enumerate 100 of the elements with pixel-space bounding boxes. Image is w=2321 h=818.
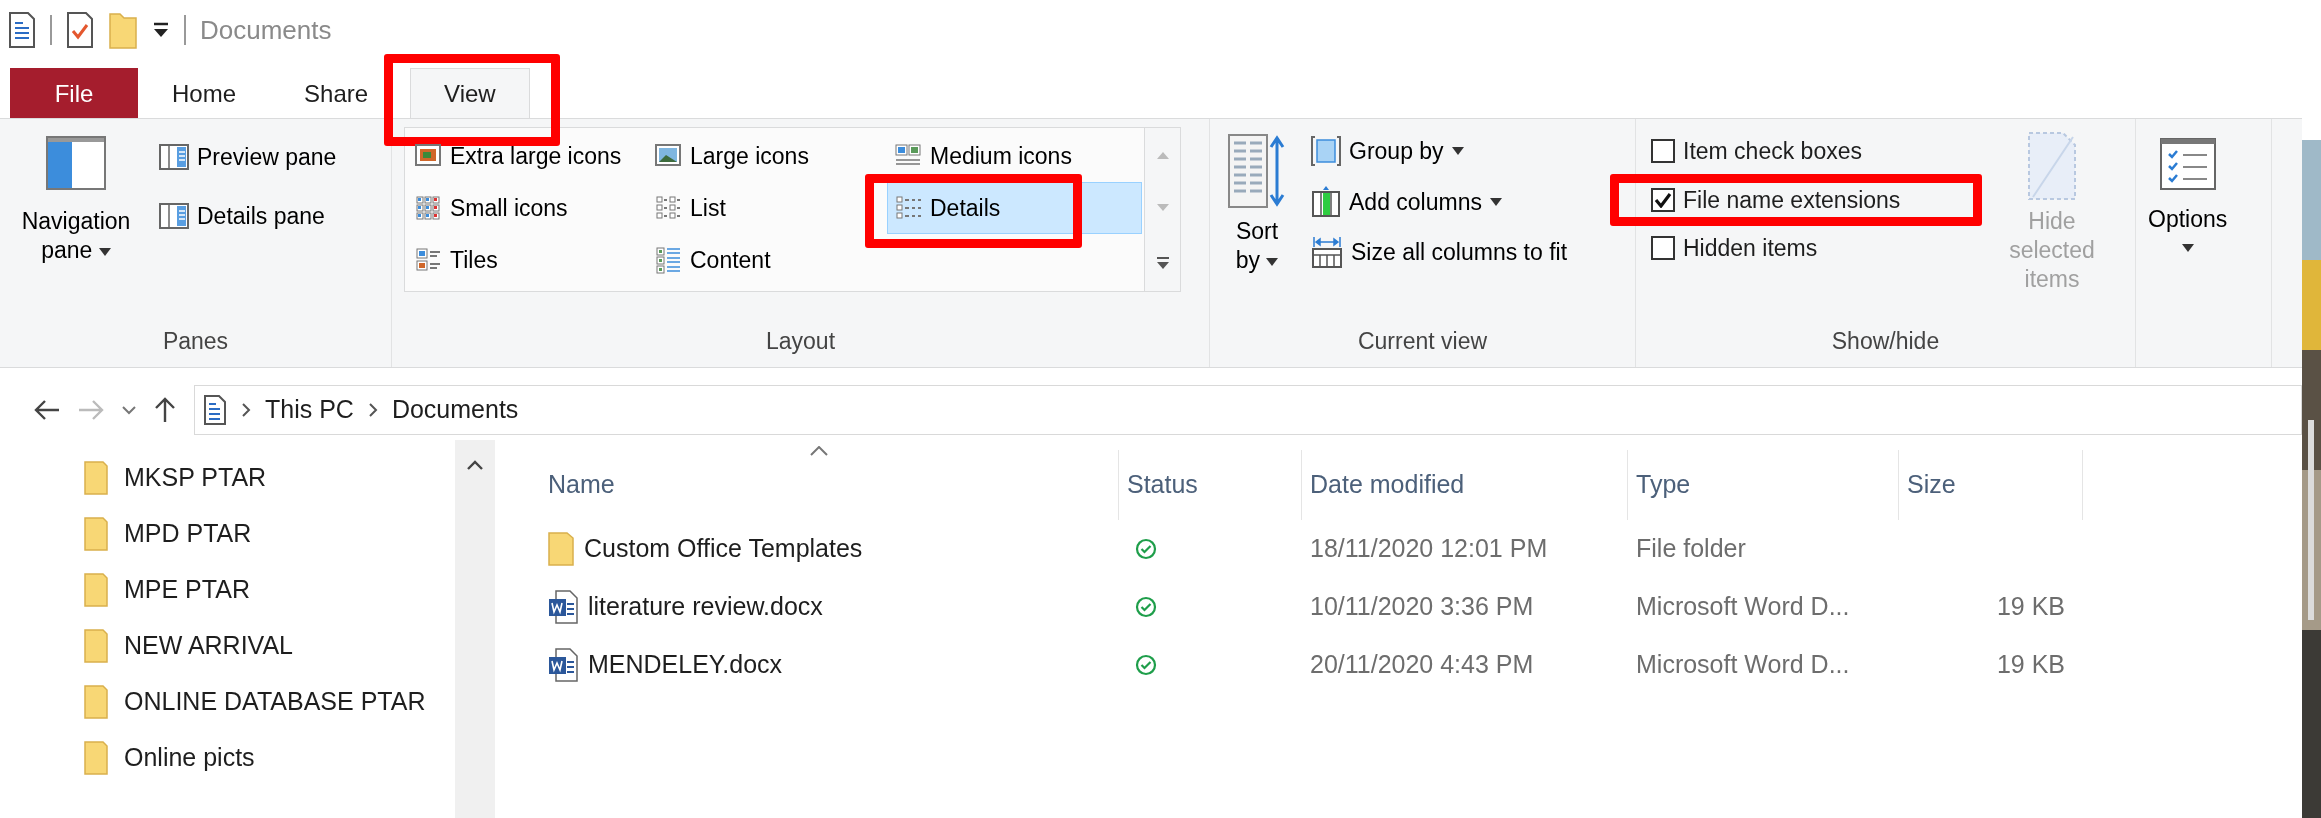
layout-option[interactable]: Extra large icons [407, 130, 647, 182]
folder-icon [84, 684, 108, 720]
sidebar-item[interactable]: ONLINE DATABASE PTAR [84, 674, 455, 730]
caret-icon [98, 247, 111, 256]
column-header[interactable]: Status [1119, 450, 1302, 520]
add-columns-button[interactable]: Add columns [1304, 181, 1575, 222]
word-document-icon [548, 648, 578, 682]
sort-icon [1227, 131, 1287, 211]
checkbox[interactable] [1651, 236, 1675, 261]
sidebar-item[interactable]: NEW ARRIVAL [84, 618, 455, 674]
column-header[interactable]: Name [540, 450, 1119, 520]
sidebar-item[interactable]: MKSP PTAR [84, 450, 455, 506]
ribbon-tab[interactable]: Home [138, 68, 271, 118]
folder-icon [84, 460, 108, 496]
date-cell-text: 20/11/2020 4:43 PM [1309, 649, 1535, 681]
navigation-pane-button[interactable]: Navigation pane [8, 127, 144, 321]
checkbox[interactable] [1651, 187, 1675, 212]
folder-icon [84, 628, 108, 664]
layout-option[interactable]: Tiles [407, 234, 647, 286]
caret-icon [2181, 243, 2194, 252]
checkbox-option[interactable]: Hidden items [1644, 228, 1825, 269]
layout-option[interactable]: Content [647, 234, 887, 286]
date-cell-text: 10/11/2020 3:36 PM [1309, 591, 1535, 623]
options-button[interactable]: Options [2144, 133, 2232, 367]
checkbox-option[interactable]: File name extensions [1644, 179, 1908, 220]
type-cell-text: File folder [1635, 533, 1747, 565]
caret-icon [1266, 257, 1279, 266]
tiles-view-icon [414, 246, 442, 274]
checkbox-option[interactable]: Item check boxes [1644, 131, 1869, 172]
checkmark-icon [1654, 191, 1672, 208]
back-arrow-icon[interactable] [34, 399, 60, 421]
synced-check-icon [1135, 538, 1157, 560]
size-cell-text: 19 KB [1995, 649, 2066, 681]
address-bar[interactable]: This PC Documents [194, 385, 2302, 435]
add-column-icon [1311, 185, 1341, 218]
breadcrumb-chevron-icon [367, 402, 378, 418]
ribbon-tab[interactable]: Share [270, 68, 403, 118]
group-label: Current view [1356, 327, 1489, 356]
folder-icon [108, 10, 138, 50]
up-arrow-icon[interactable] [154, 397, 176, 423]
preview-pane-icon [159, 143, 189, 172]
recent-chevron-icon[interactable] [122, 405, 136, 415]
breadcrumb-chevron-icon [241, 402, 251, 418]
layout-option[interactable]: Details [887, 182, 1142, 234]
small-view-icon [414, 194, 442, 222]
folder-icon [548, 531, 574, 567]
file-name[interactable]: MENDELEY.docx [540, 636, 1119, 694]
sidebar-item[interactable]: MPD PTAR [84, 506, 455, 562]
breadcrumb[interactable]: Documents [391, 391, 519, 429]
file-menu-button[interactable]: File [10, 68, 138, 118]
column-header[interactable]: Type [1628, 450, 1899, 520]
content-view-icon [654, 246, 682, 274]
group-label: Panes [161, 327, 230, 356]
folder-icon [84, 516, 108, 552]
synced-check-icon [1135, 596, 1157, 618]
breadcrumb[interactable]: This PC [265, 391, 354, 429]
group-label: Show/hide [1830, 327, 1941, 356]
size-columns-button[interactable]: Size all columns to fit [1304, 232, 1575, 273]
synced-check-icon [1135, 654, 1157, 676]
sort-by-button[interactable]: Sort by [1218, 127, 1296, 321]
fit-columns-icon [1311, 235, 1343, 270]
word-document-icon [548, 590, 578, 624]
properties-icon [8, 11, 36, 49]
layout-option[interactable]: Small icons [407, 182, 647, 234]
preview-pane-button[interactable]: Preview pane [152, 137, 344, 178]
ribbon-tab[interactable]: View [410, 68, 530, 118]
checkbox-label: File name extensions [1683, 185, 1901, 215]
list-view-icon [654, 194, 682, 222]
expand-gallery-icon[interactable] [1155, 255, 1170, 270]
sidebar-item[interactable]: MPE PTAR [84, 562, 455, 618]
file-name[interactable]: literature review.docx [540, 578, 1119, 636]
type-cell-text: Microsoft Word D... [1635, 649, 1851, 681]
details-pane-icon [159, 201, 189, 230]
checkbox-label: Item check boxes [1683, 137, 1862, 166]
layout-option[interactable]: Medium icons [887, 130, 1142, 182]
scroll-up-icon[interactable] [467, 460, 483, 470]
layout-option[interactable]: Large icons [647, 130, 887, 182]
caret-icon [1489, 197, 1502, 206]
folder-icon [84, 572, 108, 608]
layout-option[interactable]: List [647, 182, 887, 234]
sidebar-item[interactable]: Online picts [84, 730, 455, 786]
file-name[interactable]: Custom Office Templates [540, 520, 1119, 578]
checkbox-label: Hidden items [1683, 234, 1818, 263]
group-label: Layout [764, 327, 837, 356]
caret-icon [1451, 147, 1464, 156]
details-pane-button[interactable]: Details pane [152, 195, 344, 236]
checkbox[interactable] [1651, 139, 1675, 164]
group-by-button[interactable]: Group by [1304, 131, 1575, 172]
options-icon [2158, 137, 2217, 191]
column-header[interactable]: Size [1899, 450, 2083, 520]
type-cell-text: Microsoft Word D... [1635, 591, 1851, 623]
column-header[interactable]: Date modified [1302, 450, 1628, 520]
properties-icon [203, 394, 227, 426]
folder-icon [84, 740, 108, 776]
date-cell-text: 18/11/2020 12:01 PM [1309, 533, 1549, 565]
hide-items-icon [2027, 131, 2077, 201]
size-cell-text: 19 KB [1995, 591, 2066, 623]
group-icon [1311, 135, 1341, 168]
checkmark-document-icon [66, 11, 94, 49]
window-title: Documents [200, 13, 332, 47]
